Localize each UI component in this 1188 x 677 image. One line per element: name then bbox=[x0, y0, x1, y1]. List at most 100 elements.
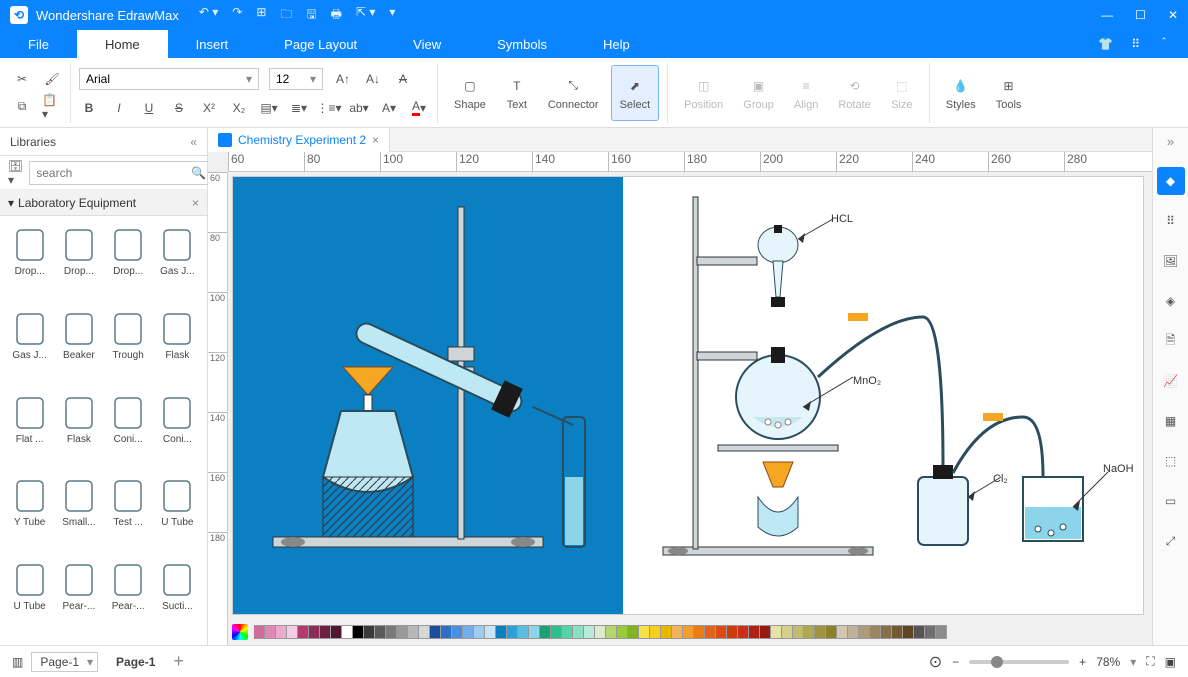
table-panel-icon[interactable]: ▦ bbox=[1157, 407, 1185, 435]
open-icon[interactable]: 🗀 bbox=[280, 5, 292, 26]
fit-page-icon[interactable]: ⛶ bbox=[1146, 654, 1154, 669]
color-swatch[interactable] bbox=[551, 625, 562, 639]
color-swatch[interactable] bbox=[661, 625, 672, 639]
library-category-header[interactable]: ▾Laboratory Equipment × bbox=[0, 190, 207, 216]
group-button[interactable]: ▣Group bbox=[735, 65, 782, 121]
color-swatch[interactable] bbox=[727, 625, 738, 639]
highlight-icon[interactable]: A▾ bbox=[379, 98, 399, 118]
zoom-out-button[interactable]: − bbox=[952, 655, 959, 669]
font-name-select[interactable]: Arial▾ bbox=[79, 68, 259, 90]
page-select[interactable]: Page-1 ▾ bbox=[31, 652, 98, 672]
page-panel-icon[interactable]: 🗎 bbox=[1157, 327, 1185, 355]
more-icon[interactable]: ▾ bbox=[389, 5, 395, 26]
underline-icon[interactable]: U bbox=[139, 98, 159, 118]
color-swatch[interactable] bbox=[892, 625, 903, 639]
color-swatch[interactable] bbox=[507, 625, 518, 639]
close-icon[interactable]: ✕ bbox=[1168, 8, 1178, 22]
library-item[interactable]: Gas J... bbox=[154, 222, 201, 304]
zoom-slider[interactable] bbox=[969, 660, 1069, 664]
chart-panel-icon[interactable]: 📈 bbox=[1157, 367, 1185, 395]
library-item[interactable]: Pear-... bbox=[55, 557, 102, 639]
undo-icon[interactable]: ↶ ▾ bbox=[199, 5, 218, 26]
color-swatch[interactable] bbox=[903, 625, 914, 639]
tools-button[interactable]: ⊞Tools bbox=[988, 65, 1030, 121]
color-swatch[interactable] bbox=[837, 625, 848, 639]
format-painter-icon[interactable]: 🖌 bbox=[42, 69, 62, 89]
zoom-dropdown-icon[interactable]: ▾ bbox=[1130, 655, 1136, 669]
color-swatch[interactable] bbox=[793, 625, 804, 639]
library-item[interactable]: Coni... bbox=[154, 390, 201, 472]
color-swatch[interactable] bbox=[265, 625, 276, 639]
page-layout-icon[interactable]: ▥ bbox=[12, 655, 23, 669]
library-item[interactable]: Flask bbox=[154, 306, 201, 388]
color-swatch[interactable] bbox=[617, 625, 628, 639]
collapse-ribbon-icon[interactable]: ＾ bbox=[1158, 36, 1170, 53]
position-button[interactable]: ◫Position bbox=[676, 65, 731, 121]
canvas-viewport[interactable]: 6080100120140160180200220240260280 60801… bbox=[208, 152, 1152, 645]
color-swatch[interactable] bbox=[463, 625, 474, 639]
menu-view[interactable]: View bbox=[385, 30, 469, 58]
color-swatch[interactable] bbox=[441, 625, 452, 639]
library-item[interactable]: Pear-... bbox=[105, 557, 152, 639]
color-swatch[interactable] bbox=[650, 625, 661, 639]
color-swatch[interactable] bbox=[705, 625, 716, 639]
layers-panel-icon[interactable]: ◈ bbox=[1157, 287, 1185, 315]
color-swatch[interactable] bbox=[716, 625, 727, 639]
cut-icon[interactable]: ✂ bbox=[12, 69, 32, 89]
apps-icon[interactable]: ⠿ bbox=[1131, 37, 1140, 51]
color-swatch[interactable] bbox=[364, 625, 375, 639]
save-icon[interactable]: 🖫 bbox=[306, 5, 316, 26]
color-swatch[interactable] bbox=[298, 625, 309, 639]
library-item[interactable]: Drop... bbox=[55, 222, 102, 304]
color-swatch[interactable] bbox=[287, 625, 298, 639]
zoom-in-button[interactable]: + bbox=[1079, 655, 1086, 669]
color-swatch[interactable] bbox=[496, 625, 507, 639]
color-swatch[interactable] bbox=[859, 625, 870, 639]
image-panel-icon[interactable]: 🖼 bbox=[1157, 247, 1185, 275]
color-swatch[interactable] bbox=[881, 625, 892, 639]
library-item[interactable]: Flask bbox=[55, 390, 102, 472]
add-page-button[interactable]: + bbox=[173, 651, 184, 672]
color-picker-icon[interactable] bbox=[232, 624, 248, 640]
menu-file[interactable]: File bbox=[0, 30, 77, 58]
color-swatch[interactable] bbox=[309, 625, 320, 639]
library-item[interactable]: U Tube bbox=[154, 473, 201, 555]
document-tab[interactable]: Chemistry Experiment 2 × bbox=[208, 128, 390, 152]
color-swatch[interactable] bbox=[815, 625, 826, 639]
color-swatch[interactable] bbox=[386, 625, 397, 639]
color-swatch[interactable] bbox=[914, 625, 925, 639]
color-swatch[interactable] bbox=[353, 625, 364, 639]
color-swatch[interactable] bbox=[540, 625, 551, 639]
page-tab[interactable]: Page-1 bbox=[106, 651, 165, 673]
library-item[interactable]: Drop... bbox=[6, 222, 53, 304]
overview-panel-icon[interactable]: ▭ bbox=[1157, 487, 1185, 515]
library-item[interactable]: Small... bbox=[55, 473, 102, 555]
library-item[interactable]: Beaker bbox=[55, 306, 102, 388]
color-swatch[interactable] bbox=[826, 625, 837, 639]
color-swatch[interactable] bbox=[254, 625, 265, 639]
bullets-icon[interactable]: ≣▾ bbox=[289, 98, 309, 118]
text-direction-icon[interactable]: ab▾ bbox=[349, 98, 369, 118]
close-tab-icon[interactable]: × bbox=[372, 133, 379, 147]
color-swatch[interactable] bbox=[584, 625, 595, 639]
line-spacing-icon[interactable]: ▤▾ bbox=[259, 98, 279, 118]
drawing-canvas[interactable]: HCL MnO₂ Cl₂ NaOH bbox=[232, 176, 1144, 615]
paste-icon[interactable]: 📋▾ bbox=[42, 97, 62, 117]
select-button[interactable]: ⬈Select bbox=[611, 65, 660, 121]
fullscreen-icon[interactable]: ▣ bbox=[1165, 655, 1176, 669]
italic-icon[interactable]: I bbox=[109, 98, 129, 118]
library-item[interactable]: U Tube bbox=[6, 557, 53, 639]
styles-button[interactable]: 💧Styles bbox=[938, 65, 984, 121]
collapse-libraries-icon[interactable]: « bbox=[190, 135, 197, 149]
subscript-icon[interactable]: X₂ bbox=[229, 98, 249, 118]
color-swatch[interactable] bbox=[760, 625, 771, 639]
color-swatch[interactable] bbox=[320, 625, 331, 639]
superscript-icon[interactable]: X² bbox=[199, 98, 219, 118]
menu-page-layout[interactable]: Page Layout bbox=[256, 30, 385, 58]
color-swatch[interactable] bbox=[848, 625, 859, 639]
color-swatch[interactable] bbox=[397, 625, 408, 639]
print-icon[interactable]: 🖶 bbox=[331, 5, 342, 26]
color-swatch[interactable] bbox=[683, 625, 694, 639]
tshirt-icon[interactable]: 👕 bbox=[1098, 37, 1113, 51]
color-swatch[interactable] bbox=[408, 625, 419, 639]
